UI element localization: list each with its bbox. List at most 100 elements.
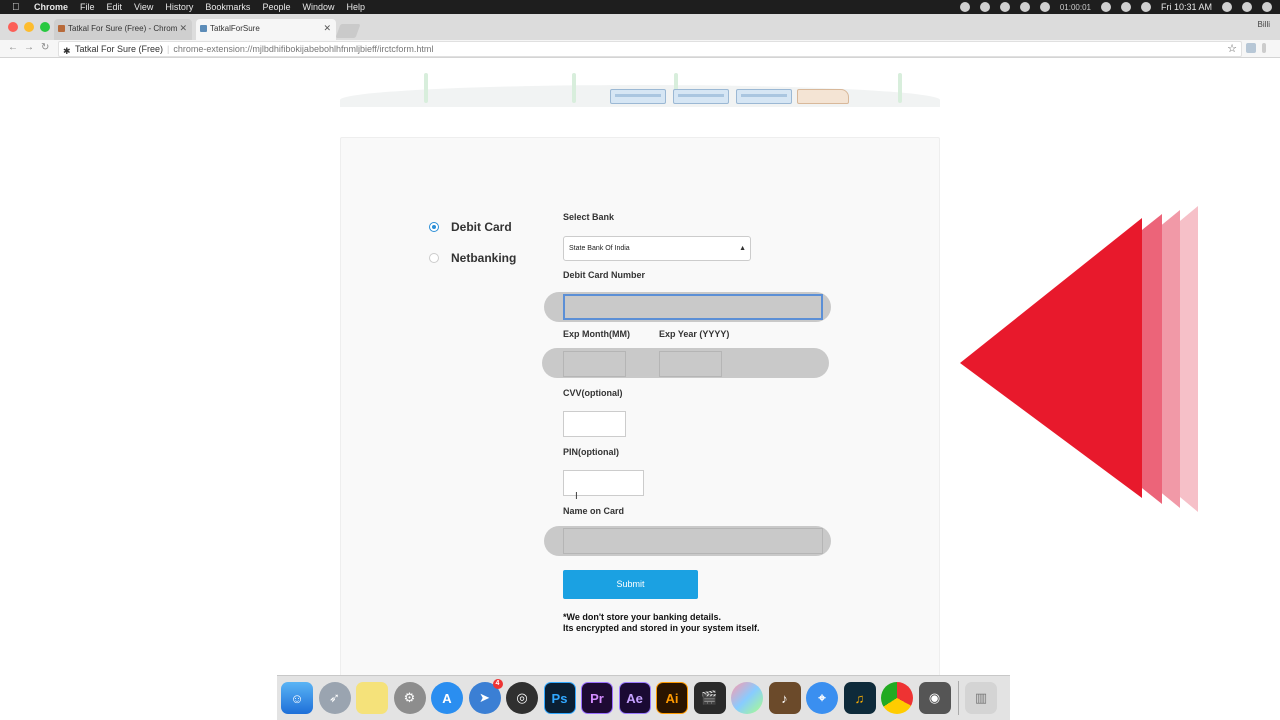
tab-title: TatkalForSure xyxy=(210,24,260,33)
train-coach-shape xyxy=(673,89,729,104)
new-tab-button[interactable] xyxy=(335,24,361,38)
reload-icon[interactable]: ↻ xyxy=(41,42,49,53)
tree-shape xyxy=(572,73,576,103)
macos-dock: ☺ ➶ ⚙ A ➤ 4 ◎ Ps Pr Ae Ai 🎬 ♪ ⌖ ♫ ◉ ▥ xyxy=(277,675,1010,720)
menu-help[interactable]: Help xyxy=(346,2,365,12)
photoshop-icon[interactable]: Ps xyxy=(543,682,576,714)
train-coach-shape xyxy=(610,89,666,104)
submit-button[interactable]: Submit xyxy=(563,570,698,599)
play-icon[interactable] xyxy=(979,2,990,12)
dropbox-icon[interactable] xyxy=(1019,2,1030,12)
name-on-card-input[interactable] xyxy=(563,528,823,554)
address-bar[interactable]: ✱ Tatkal For Sure (Free) | chrome-extensio… xyxy=(58,41,1242,57)
tab-close-icon[interactable]: ✕ xyxy=(323,23,331,34)
trash-icon[interactable]: ▥ xyxy=(965,682,997,714)
telegram-badge: 4 xyxy=(492,679,503,689)
tab-favicon-icon xyxy=(200,25,207,32)
exp-year-label: Exp Year (YYYY) xyxy=(659,329,730,339)
exp-year-input[interactable] xyxy=(659,351,722,377)
volume-icon[interactable] xyxy=(1140,2,1151,12)
clock[interactable]: Fri 10:31 AM xyxy=(1161,2,1212,12)
train-coach-shape xyxy=(736,89,792,104)
notification-center-icon[interactable] xyxy=(1262,2,1272,12)
menu-bookmarks[interactable]: Bookmarks xyxy=(205,2,250,12)
status-area: 01:00:01 Fri 10:31 AM xyxy=(959,0,1272,14)
forward-arrow-icon[interactable]: → xyxy=(24,42,34,53)
debit-card-number-input[interactable] xyxy=(563,294,823,320)
close-window-icon[interactable] xyxy=(8,22,18,32)
siri-icon[interactable] xyxy=(1242,2,1252,12)
extension-puzzle-icon: ✱ xyxy=(63,46,71,56)
timer-icon[interactable] xyxy=(1039,2,1050,12)
bookmark-star-icon[interactable]: ☆ xyxy=(1227,42,1237,56)
tab-tatkalforsure[interactable]: TatkalForSure ✕ xyxy=(196,19,336,40)
tree-shape xyxy=(424,73,428,103)
payment-option-debit-card[interactable]: Debit Card xyxy=(429,220,512,234)
premiere-icon[interactable]: Pr xyxy=(581,682,613,714)
vpn-icon[interactable] xyxy=(999,2,1010,12)
security-note-line-1: *We don't store your banking details. xyxy=(563,612,721,622)
browser-toolbar: ← → ↻ ✱ Tatkal For Sure (Free) | chrome-ex… xyxy=(0,40,1280,58)
system-preferences-icon[interactable]: ⚙ xyxy=(393,682,426,714)
menu-history[interactable]: History xyxy=(165,2,193,12)
profile-name[interactable]: Billi xyxy=(1258,20,1270,29)
menu-app-name[interactable]: Chrome xyxy=(34,2,68,12)
wifi-icon[interactable] xyxy=(1100,2,1111,12)
select-arrows-icon: ▲ xyxy=(739,245,746,252)
apple-menu-icon[interactable]:  xyxy=(12,2,24,13)
airplay-icon[interactable] xyxy=(1120,2,1131,12)
safari-icon[interactable]: ⌖ xyxy=(806,682,838,714)
address-extension-name: Tatkal For Sure (Free) xyxy=(75,44,164,54)
timer-readout: 01:00:01 xyxy=(1059,2,1091,12)
minimize-window-icon[interactable] xyxy=(24,22,34,32)
bank-select[interactable]: State Bank Of India ▲ xyxy=(563,236,751,261)
menu-people[interactable]: People xyxy=(262,2,290,12)
tab-tatkal-free[interactable]: Tatkal For Sure (Free) - Chrom ✕ xyxy=(54,19,192,40)
train-engine-shape xyxy=(797,89,849,104)
menu-window[interactable]: Window xyxy=(302,2,334,12)
illustrator-icon[interactable]: Ai xyxy=(656,682,688,714)
menu-file[interactable]: File xyxy=(80,2,95,12)
name-on-card-highlight xyxy=(544,526,831,556)
macos-menu-bar:  Chrome File Edit View History Bookmark… xyxy=(0,0,1280,14)
finder-icon[interactable]: ☺ xyxy=(281,682,313,714)
telegram-icon[interactable]: ➤ 4 xyxy=(468,679,503,714)
expiry-highlight xyxy=(542,348,829,378)
exp-month-input[interactable] xyxy=(563,351,626,377)
app-store-icon[interactable]: A xyxy=(431,682,463,714)
payment-form-card: Debit Card Netbanking Select Bank State … xyxy=(340,137,940,677)
stickies-icon[interactable] xyxy=(356,682,388,714)
payment-option-netbanking[interactable]: Netbanking xyxy=(429,251,516,265)
train-banner-illustration xyxy=(340,67,940,107)
dock-separator xyxy=(958,681,959,715)
location-icon[interactable] xyxy=(959,2,970,12)
launchpad-icon[interactable]: ➶ xyxy=(318,682,351,714)
menu-edit[interactable]: Edit xyxy=(107,2,123,12)
chrome-icon[interactable] xyxy=(881,682,913,714)
tab-favicon-icon xyxy=(58,25,65,32)
back-arrow-icon[interactable]: ← xyxy=(8,42,18,53)
selected-bank-value: State Bank Of India xyxy=(569,245,630,252)
text-cursor-icon: I xyxy=(575,491,578,502)
gamepad-icon[interactable]: ◉ xyxy=(918,682,951,714)
debit-card-number-highlight xyxy=(544,292,831,322)
netbanking-radio[interactable] xyxy=(429,253,439,263)
debit-card-number-label: Debit Card Number xyxy=(563,270,646,280)
spotlight-icon[interactable] xyxy=(1222,2,1232,12)
debit-card-radio[interactable] xyxy=(429,222,439,232)
tab-close-icon[interactable]: ✕ xyxy=(179,23,187,34)
menu-view[interactable]: View xyxy=(134,2,153,12)
extension-icon[interactable] xyxy=(1246,43,1256,53)
window-controls xyxy=(8,22,50,32)
motion-icon[interactable] xyxy=(731,682,763,714)
tab-strip: Tatkal For Sure (Free) - Chrom ✕ TatkalF… xyxy=(0,14,1280,40)
debit-card-label: Debit Card xyxy=(451,220,512,234)
obs-icon[interactable]: ◎ xyxy=(506,682,538,714)
after-effects-icon[interactable]: Ae xyxy=(618,682,651,714)
cvv-input[interactable] xyxy=(563,411,626,437)
audition-icon[interactable]: ♫ xyxy=(843,682,876,714)
chrome-menu-icon[interactable] xyxy=(1262,43,1266,53)
maximize-window-icon[interactable] xyxy=(40,22,50,32)
final-cut-icon[interactable]: 🎬 xyxy=(693,682,726,714)
logic-icon[interactable]: ♪ xyxy=(768,682,801,714)
